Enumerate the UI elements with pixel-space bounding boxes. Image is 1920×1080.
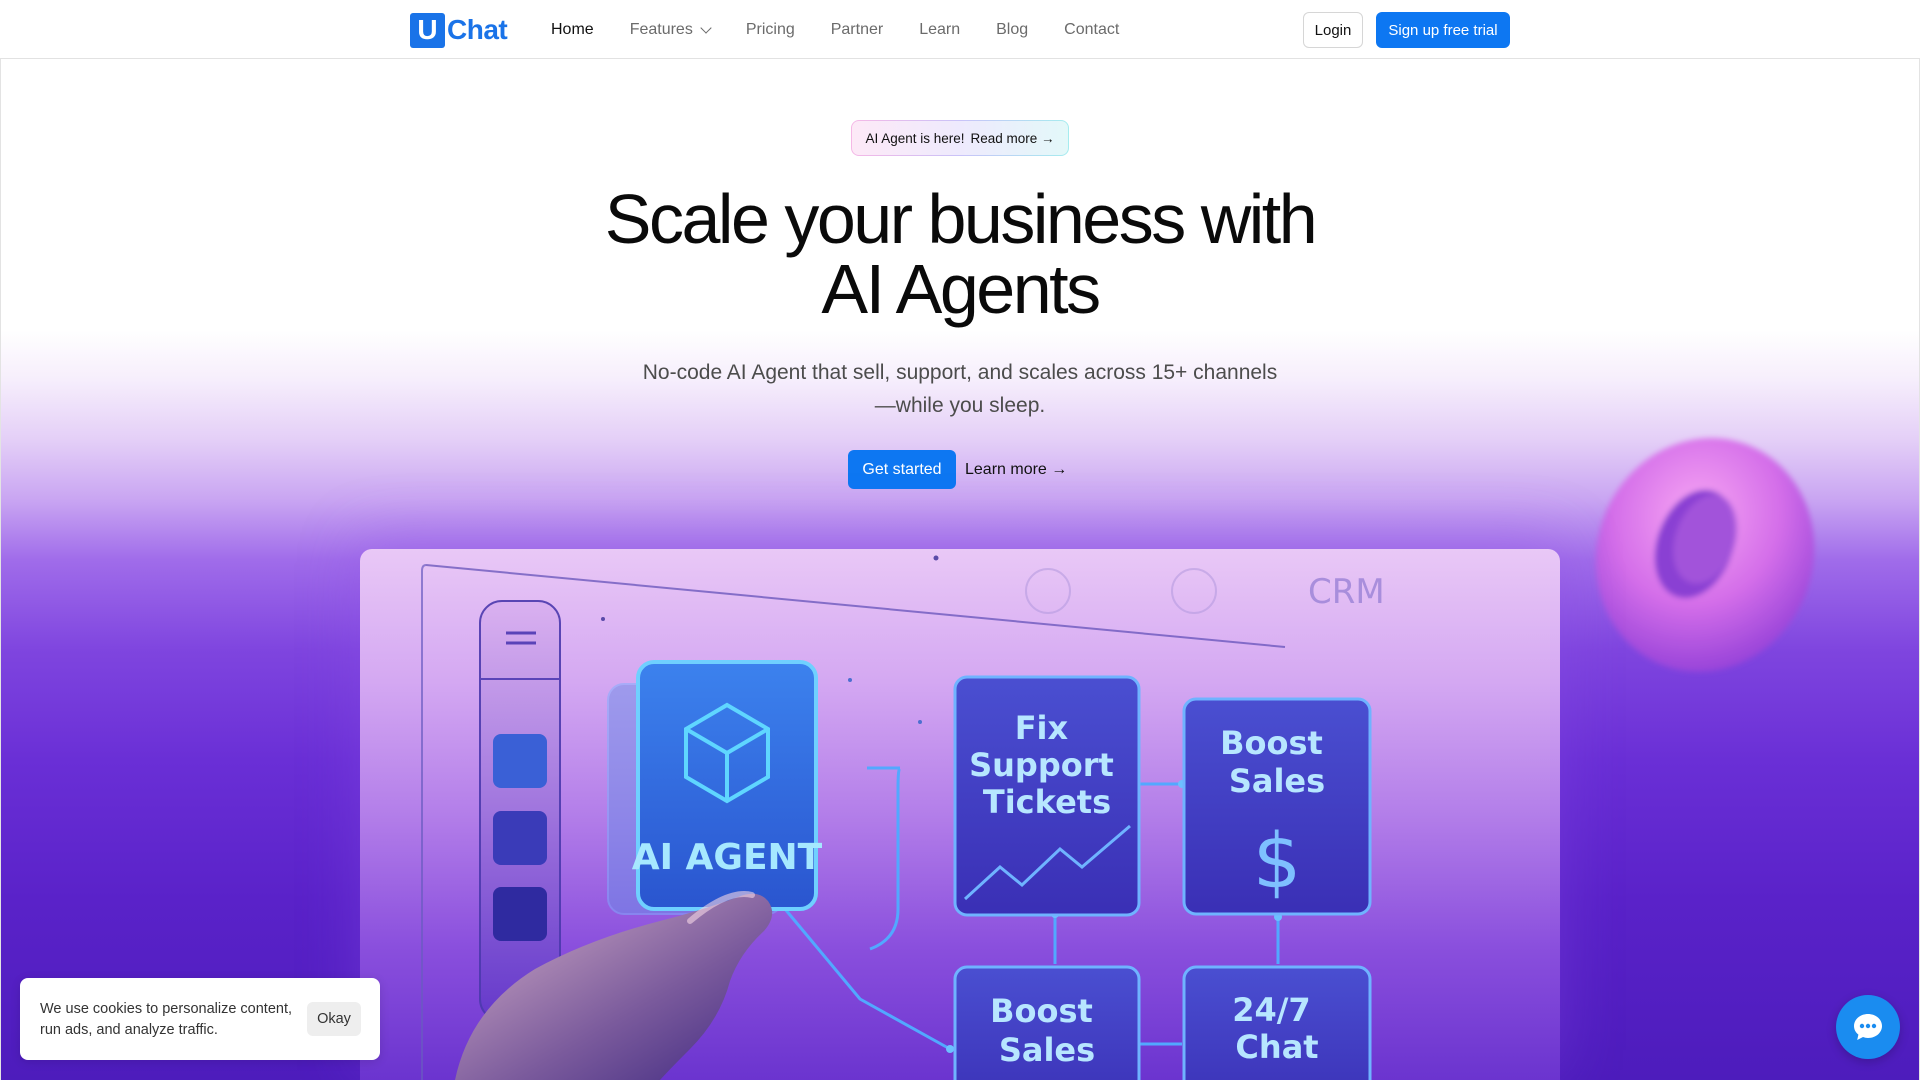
nav-learn[interactable]: Learn (919, 21, 960, 39)
hero-subtitle: No-code AI Agent that sell, support, and… (600, 356, 1320, 422)
hero-illustration: CRM AI AGENT Fix Support Tickets Boost S… (360, 549, 1560, 1080)
ring-decoration (1595, 438, 1815, 672)
chat-launcher-button[interactable] (1836, 995, 1900, 1059)
ai-agent-label: AI AGENT (632, 837, 823, 878)
uchat-logo[interactable]: U Chat (410, 12, 508, 48)
signup-button[interactable]: Sign up free trial (1376, 12, 1510, 48)
cookie-okay-button[interactable]: Okay (307, 1002, 361, 1036)
nav-home[interactable]: Home (551, 21, 594, 39)
nav-contact[interactable]: Contact (1064, 21, 1119, 39)
hero-title-line1: Scale your business with (604, 180, 1318, 258)
card-boost-sales-top: Boost Sales (1220, 724, 1334, 800)
get-started-button[interactable]: Get started (848, 450, 956, 489)
announcement-inner: AI Agent is here! Read more → (852, 121, 1068, 155)
cookie-banner: We use cookies to personalize content, r… (20, 978, 380, 1060)
hero-subtitle-line1: No-code AI Agent that sell, support, and… (642, 361, 1278, 384)
announcement-pill[interactable]: AI Agent is here! Read more → (851, 120, 1069, 156)
hero-illustration-svg: CRM AI AGENT Fix Support Tickets Boost S… (421, 555, 1385, 1080)
login-button[interactable]: Login (1303, 12, 1363, 48)
nav-pricing[interactable]: Pricing (746, 21, 795, 39)
dollar-icon: $ (1253, 816, 1301, 905)
hero-subtitle-line2: —while you sleep. (874, 394, 1046, 417)
chevron-down-icon (700, 21, 712, 34)
nav-partner[interactable]: Partner (831, 21, 883, 39)
crm-label: CRM (1308, 572, 1385, 612)
card-24-7-chat: 24/7 Chat (1232, 991, 1322, 1066)
learn-more-link[interactable]: Learn more → (965, 450, 1067, 489)
logo-mark: U (410, 12, 445, 48)
top-navbar: U Chat Home Features Pricing Partner Lea… (0, 0, 1920, 59)
announcement-link[interactable]: Read more → (971, 131, 1055, 146)
announcement-text: AI Agent is here! (865, 130, 965, 146)
nav-blog[interactable]: Blog (996, 21, 1028, 39)
hero-title: Scale your business with AI Agents (460, 184, 1460, 324)
nav-features-label: Features (629, 20, 693, 38)
nav-links: Home Features Pricing Partner Learn Blog… (551, 0, 1155, 59)
card-boost-sales-bottom: Boost Sales (990, 992, 1104, 1069)
nav-features[interactable]: Features (629, 20, 712, 39)
cookie-text: We use cookies to personalize content, r… (40, 1001, 293, 1038)
logo-text: Chat (447, 14, 508, 45)
chat-bubble-icon (1854, 1014, 1882, 1040)
hero-title-line2: AI Agents (821, 250, 1101, 328)
